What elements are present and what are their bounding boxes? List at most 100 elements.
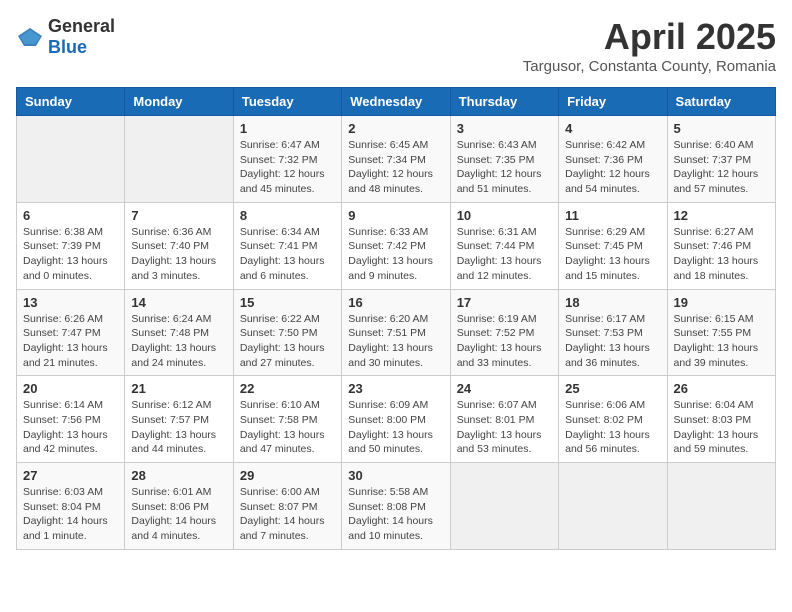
calendar-cell: 24 Sunrise: 6:07 AMSunset: 8:01 PMDayligh… [450, 376, 558, 463]
day-info: Sunrise: 6:06 AMSunset: 8:02 PMDaylight:… [565, 398, 660, 457]
calendar-cell: 18Sunrise: 6:17 AMSunset: 7:53 PMDayligh… [559, 289, 667, 376]
day-number: 4 [565, 121, 660, 136]
calendar-cell: 16Sunrise: 6:20 AMSunset: 7:51 PMDayligh… [342, 289, 450, 376]
day-info: Sunrise: 6:43 AMSunset: 7:35 PMDaylight:… [457, 138, 552, 197]
day-number: 18 [565, 295, 660, 310]
day-info: Sunrise: 6:33 AMSunset: 7:42 PMDaylight:… [348, 225, 443, 284]
day-info: Sunrise: 6:14 AMSunset: 7:56 PMDaylight:… [23, 398, 118, 457]
calendar-cell: 20Sunrise: 6:14 AMSunset: 7:56 PMDayligh… [17, 376, 125, 463]
day-number: 15 [240, 295, 335, 310]
logo-blue: Blue [48, 37, 87, 57]
day-number: 3 [457, 121, 552, 136]
calendar-cell [17, 116, 125, 203]
calendar-cell: 8Sunrise: 6:34 AMSunset: 7:41 PMDaylight… [233, 202, 341, 289]
day-info: Sunrise: 6:19 AMSunset: 7:52 PMDaylight:… [457, 312, 552, 371]
calendar-cell: 26 Sunrise: 6:04 AMSunset: 8:03 PMDayligh… [667, 376, 775, 463]
day-info: Sunrise: 6:15 AMSunset: 7:55 PMDaylight:… [674, 312, 769, 371]
day-number: 9 [348, 208, 443, 223]
day-number: 7 [131, 208, 226, 223]
calendar-cell: 23 Sunrise: 6:09 AMSunset: 8:00 PMDayligh… [342, 376, 450, 463]
calendar-cell: 29 Sunrise: 6:00 AMSunset: 8:07 PMDayligh… [233, 463, 341, 550]
calendar-cell: 9 Sunrise: 6:33 AMSunset: 7:42 PMDaylight… [342, 202, 450, 289]
calendar-cell [450, 463, 558, 550]
calendar-cell: 10 Sunrise: 6:31 AMSunset: 7:44 PMDayligh… [450, 202, 558, 289]
calendar-cell: 15 Sunrise: 6:22 AMSunset: 7:50 PMDayligh… [233, 289, 341, 376]
day-info: Sunrise: 6:00 AMSunset: 8:07 PMDaylight:… [240, 485, 335, 544]
calendar-cell: 14 Sunrise: 6:24 AMSunset: 7:48 PMDayligh… [125, 289, 233, 376]
weekday-header: Monday [125, 88, 233, 116]
day-info: Sunrise: 6:42 AMSunset: 7:36 PMDaylight:… [565, 138, 660, 197]
day-number: 27 [23, 468, 118, 483]
weekday-header: Friday [559, 88, 667, 116]
day-info: Sunrise: 6:45 AMSunset: 7:34 PMDaylight:… [348, 138, 443, 197]
day-info: Sunrise: 6:09 AMSunset: 8:00 PMDaylight:… [348, 398, 443, 457]
day-info: Sunrise: 6:40 AMSunset: 7:37 PMDaylight:… [674, 138, 769, 197]
day-number: 17 [457, 295, 552, 310]
calendar-cell: 5 Sunrise: 6:40 AMSunset: 7:37 PMDaylight… [667, 116, 775, 203]
day-info: Sunrise: 6:04 AMSunset: 8:03 PMDaylight:… [674, 398, 769, 457]
calendar-body: 1Sunrise: 6:47 AMSunset: 7:32 PMDaylight… [17, 116, 776, 550]
day-info: Sunrise: 6:07 AMSunset: 8:01 PMDaylight:… [457, 398, 552, 457]
calendar-cell: 30 Sunrise: 5:58 AMSunset: 8:08 PMDayligh… [342, 463, 450, 550]
weekday-header: Sunday [17, 88, 125, 116]
calendar-cell: 25 Sunrise: 6:06 AMSunset: 8:02 PMDayligh… [559, 376, 667, 463]
calendar-cell: 2 Sunrise: 6:45 AMSunset: 7:34 PMDaylight… [342, 116, 450, 203]
day-info: Sunrise: 6:22 AMSunset: 7:50 PMDaylight:… [240, 312, 335, 371]
calendar-cell: 22Sunrise: 6:10 AMSunset: 7:58 PMDayligh… [233, 376, 341, 463]
calendar-cell: 28Sunrise: 6:01 AMSunset: 8:06 PMDayligh… [125, 463, 233, 550]
day-info: Sunrise: 6:12 AMSunset: 7:57 PMDaylight:… [131, 398, 226, 457]
calendar-cell: 21 Sunrise: 6:12 AMSunset: 7:57 PMDayligh… [125, 376, 233, 463]
day-info: Sunrise: 6:03 AMSunset: 8:04 PMDaylight:… [23, 485, 118, 544]
logo-text: General Blue [48, 16, 115, 58]
day-number: 29 [240, 468, 335, 483]
day-number: 21 [131, 381, 226, 396]
day-info: Sunrise: 6:26 AMSunset: 7:47 PMDaylight:… [23, 312, 118, 371]
day-number: 30 [348, 468, 443, 483]
calendar-header-row: SundayMondayTuesdayWednesdayThursdayFrid… [17, 88, 776, 116]
title-area: April 2025 Targusor, Constanta County, R… [523, 16, 776, 75]
day-number: 25 [565, 381, 660, 396]
day-info: Sunrise: 6:01 AMSunset: 8:06 PMDaylight:… [131, 485, 226, 544]
weekday-header: Tuesday [233, 88, 341, 116]
day-info: Sunrise: 6:36 AMSunset: 7:40 PMDaylight:… [131, 225, 226, 284]
page-header: General Blue April 2025 Targusor, Consta… [16, 16, 776, 75]
weekday-header: Saturday [667, 88, 775, 116]
day-number: 14 [131, 295, 226, 310]
calendar-cell: 3 Sunrise: 6:43 AMSunset: 7:35 PMDaylight… [450, 116, 558, 203]
day-info: Sunrise: 6:10 AMSunset: 7:58 PMDaylight:… [240, 398, 335, 457]
day-info: Sunrise: 6:31 AMSunset: 7:44 PMDaylight:… [457, 225, 552, 284]
calendar-cell [559, 463, 667, 550]
day-number: 10 [457, 208, 552, 223]
day-number: 24 [457, 381, 552, 396]
calendar-cell: 12 Sunrise: 6:27 AMSunset: 7:46 PMDayligh… [667, 202, 775, 289]
calendar-cell: 7 Sunrise: 6:36 AMSunset: 7:40 PMDaylight… [125, 202, 233, 289]
day-number: 13 [23, 295, 118, 310]
day-number: 6 [23, 208, 118, 223]
calendar-cell: 19 Sunrise: 6:15 AMSunset: 7:55 PMDayligh… [667, 289, 775, 376]
day-info: Sunrise: 5:58 AMSunset: 8:08 PMDaylight:… [348, 485, 443, 544]
day-number: 23 [348, 381, 443, 396]
calendar-cell: 11Sunrise: 6:29 AMSunset: 7:45 PMDayligh… [559, 202, 667, 289]
location-subtitle: Targusor, Constanta County, Romania [523, 58, 776, 75]
calendar-cell: 13 Sunrise: 6:26 AMSunset: 7:47 PMDayligh… [17, 289, 125, 376]
day-info: Sunrise: 6:29 AMSunset: 7:45 PMDaylight:… [565, 225, 660, 284]
day-number: 12 [674, 208, 769, 223]
day-number: 5 [674, 121, 769, 136]
calendar-week-row: 13 Sunrise: 6:26 AMSunset: 7:47 PMDayligh… [17, 289, 776, 376]
logo-general: General [48, 16, 115, 36]
calendar-cell: 4 Sunrise: 6:42 AMSunset: 7:36 PMDaylight… [559, 116, 667, 203]
calendar-week-row: 20Sunrise: 6:14 AMSunset: 7:56 PMDayligh… [17, 376, 776, 463]
calendar-cell: 1Sunrise: 6:47 AMSunset: 7:32 PMDaylight… [233, 116, 341, 203]
day-number: 19 [674, 295, 769, 310]
day-info: Sunrise: 6:27 AMSunset: 7:46 PMDaylight:… [674, 225, 769, 284]
logo-icon [16, 26, 44, 48]
month-title: April 2025 [523, 16, 776, 58]
logo: General Blue [16, 16, 115, 58]
calendar-week-row: 6Sunrise: 6:38 AMSunset: 7:39 PMDaylight… [17, 202, 776, 289]
calendar-cell: 27 Sunrise: 6:03 AMSunset: 8:04 PMDayligh… [17, 463, 125, 550]
day-info: Sunrise: 6:24 AMSunset: 7:48 PMDaylight:… [131, 312, 226, 371]
day-number: 2 [348, 121, 443, 136]
day-number: 8 [240, 208, 335, 223]
calendar-week-row: 1Sunrise: 6:47 AMSunset: 7:32 PMDaylight… [17, 116, 776, 203]
day-number: 26 [674, 381, 769, 396]
